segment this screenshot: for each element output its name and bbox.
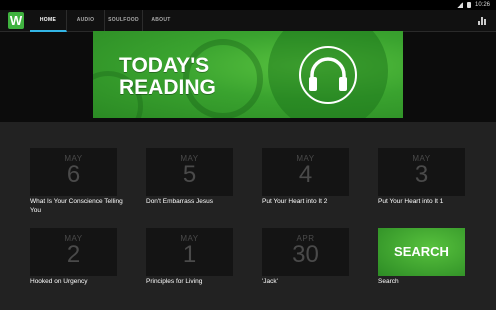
reading-title: 'Jack' xyxy=(262,278,278,285)
reading-title: Principles for Living xyxy=(146,278,203,285)
action-bar: W HOME AUDIO SOULFOOD ABOUT xyxy=(0,10,496,32)
reading-tile[interactable]: MAY 2 Hooked on Urgency xyxy=(30,228,120,287)
reading-tile[interactable]: MAY 3 Put Your Heart into It 1 xyxy=(378,148,468,207)
reading-tile[interactable]: MAY 6 What Is Your Conscience Telling You xyxy=(30,148,123,215)
tab-about[interactable]: ABOUT xyxy=(143,10,179,32)
reading-title: Put Your Heart into It 1 xyxy=(378,198,444,205)
reading-title: Put Your Heart into It 2 xyxy=(262,198,328,205)
search-tile[interactable]: SEARCH Search xyxy=(378,228,468,287)
todays-reading-banner[interactable]: TODAY'S READING xyxy=(93,31,403,118)
reading-title: Hooked on Urgency xyxy=(30,278,88,285)
stats-bars-icon[interactable] xyxy=(478,17,486,25)
headphones-icon xyxy=(299,46,357,104)
date-thumbnail: MAY 1 xyxy=(146,228,233,276)
reading-title: What Is Your Conscience Telling You xyxy=(30,198,123,214)
date-thumbnail: MAY 6 xyxy=(30,148,117,196)
tab-soulfood[interactable]: SOULFOOD xyxy=(105,10,143,32)
date-thumbnail: MAY 4 xyxy=(262,148,349,196)
tab-audio[interactable]: AUDIO xyxy=(67,10,105,32)
reading-grid: MAY 6 What Is Your Conscience Telling You… xyxy=(0,122,496,310)
tab-bar: HOME AUDIO SOULFOOD ABOUT xyxy=(30,10,179,32)
app-logo[interactable]: W xyxy=(8,12,24,29)
reading-title: Don't Embarrass Jesus xyxy=(146,198,213,205)
reading-tile[interactable]: MAY 5 Don't Embarrass Jesus xyxy=(146,148,236,207)
search-caption: Search xyxy=(378,278,399,285)
search-banner: SEARCH xyxy=(378,228,465,276)
reading-tile[interactable]: MAY 1 Principles for Living xyxy=(146,228,236,287)
date-thumbnail: MAY 3 xyxy=(378,148,465,196)
banner-title: TODAY'S READING xyxy=(119,54,216,99)
status-time: 10:26 xyxy=(474,2,490,8)
date-thumbnail: MAY 2 xyxy=(30,228,117,276)
battery-icon xyxy=(466,2,471,8)
reading-tile[interactable]: MAY 4 Put Your Heart into It 2 xyxy=(262,148,352,207)
date-thumbnail: APR 30 xyxy=(262,228,349,276)
reading-tile[interactable]: APR 30 'Jack' xyxy=(262,228,352,287)
tab-home[interactable]: HOME xyxy=(30,10,67,32)
date-thumbnail: MAY 5 xyxy=(146,148,233,196)
signal-icon xyxy=(456,2,463,8)
status-bar: 10:26 xyxy=(0,0,496,10)
